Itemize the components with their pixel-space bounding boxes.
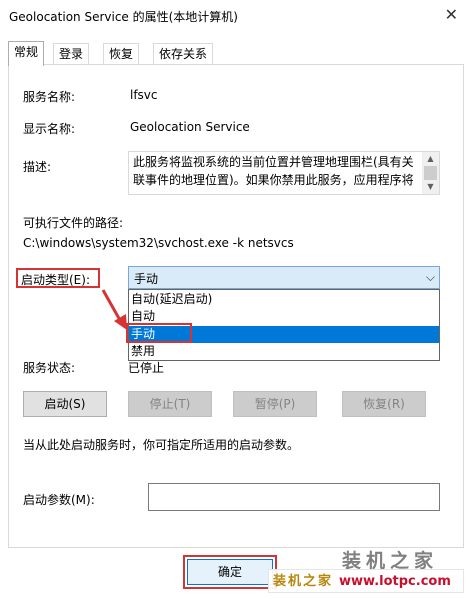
description-box[interactable]: 此服务将监视系统的当前位置并管理地理围栏(具有关联事件的地理位置)。如果你禁用此… <box>128 151 440 195</box>
description-label: 描述: <box>23 160 52 174</box>
stop-button[interactable]: 停止(T) <box>128 391 212 417</box>
scroll-up-icon[interactable]: ▲ <box>422 152 439 166</box>
description-text: 此服务将监视系统的当前位置并管理地理围栏(具有关联事件的地理位置)。如果你禁用此… <box>133 155 414 187</box>
resume-button[interactable]: 恢复(R) <box>342 391 426 417</box>
service-status-label: 服务状态: <box>23 361 76 375</box>
red-arrow-icon <box>101 289 127 330</box>
service-properties-dialog: Geolocation Service 的属性(本地计算机) ✕ 常规 登录 恢… <box>0 0 470 598</box>
scroll-thumb[interactable] <box>424 166 437 180</box>
exe-path-label: 可执行文件的路径: <box>23 216 124 230</box>
manual-option-highlight <box>126 323 192 343</box>
startup-params-input[interactable] <box>148 483 440 511</box>
exe-path-value: C:\windows\system32\svchost.exe -k netsv… <box>23 236 294 250</box>
service-status-value: 已停止 <box>128 361 165 375</box>
startup-type-combobox[interactable]: 手动 ⌵ <box>128 266 440 289</box>
tab-strip: 常规 登录 恢复 依存关系 <box>8 41 464 66</box>
watermark-brand: 装机之家 <box>273 574 334 589</box>
chevron-down-icon[interactable]: ⌵ <box>426 270 435 285</box>
start-button[interactable]: 启动(S) <box>23 391 107 417</box>
service-name-value: lfsvc <box>130 88 158 102</box>
tab-recovery[interactable]: 恢复 <box>103 43 140 65</box>
ok-button[interactable]: 确定 <box>187 559 273 585</box>
startup-params-label: 启动参数(M): <box>23 493 95 507</box>
close-icon[interactable]: ✕ <box>445 6 458 24</box>
startup-params-hint: 当从此处启动服务时，你可指定所适用的启动参数。 <box>23 438 300 452</box>
title-bar: Geolocation Service 的属性(本地计算机) ✕ <box>0 0 470 32</box>
scroll-down-icon[interactable]: ▼ <box>422 180 439 194</box>
startup-label-highlight <box>16 268 100 288</box>
display-name-label: 显示名称: <box>23 122 76 136</box>
startup-option-auto-delayed[interactable]: 自动(延迟启动) <box>129 291 439 308</box>
description-scrollbar[interactable]: ▲ ▼ <box>422 152 439 194</box>
watermark-strip: 装机之家 www.lotpc.com <box>268 569 464 593</box>
display-name-value: Geolocation Service <box>130 120 250 134</box>
window-title: Geolocation Service 的属性(本地计算机) <box>9 10 238 24</box>
startup-option-disabled[interactable]: 禁用 <box>129 343 439 360</box>
tab-logon[interactable]: 登录 <box>53 43 90 65</box>
tab-general[interactable]: 常规 <box>8 41 45 66</box>
watermark-site: www.lotpc.com <box>339 574 451 589</box>
startup-type-current: 手动 <box>134 272 159 286</box>
tab-dependencies[interactable]: 依存关系 <box>153 43 214 65</box>
service-name-label: 服务名称: <box>23 90 76 104</box>
pause-button[interactable]: 暂停(P) <box>233 391 317 417</box>
